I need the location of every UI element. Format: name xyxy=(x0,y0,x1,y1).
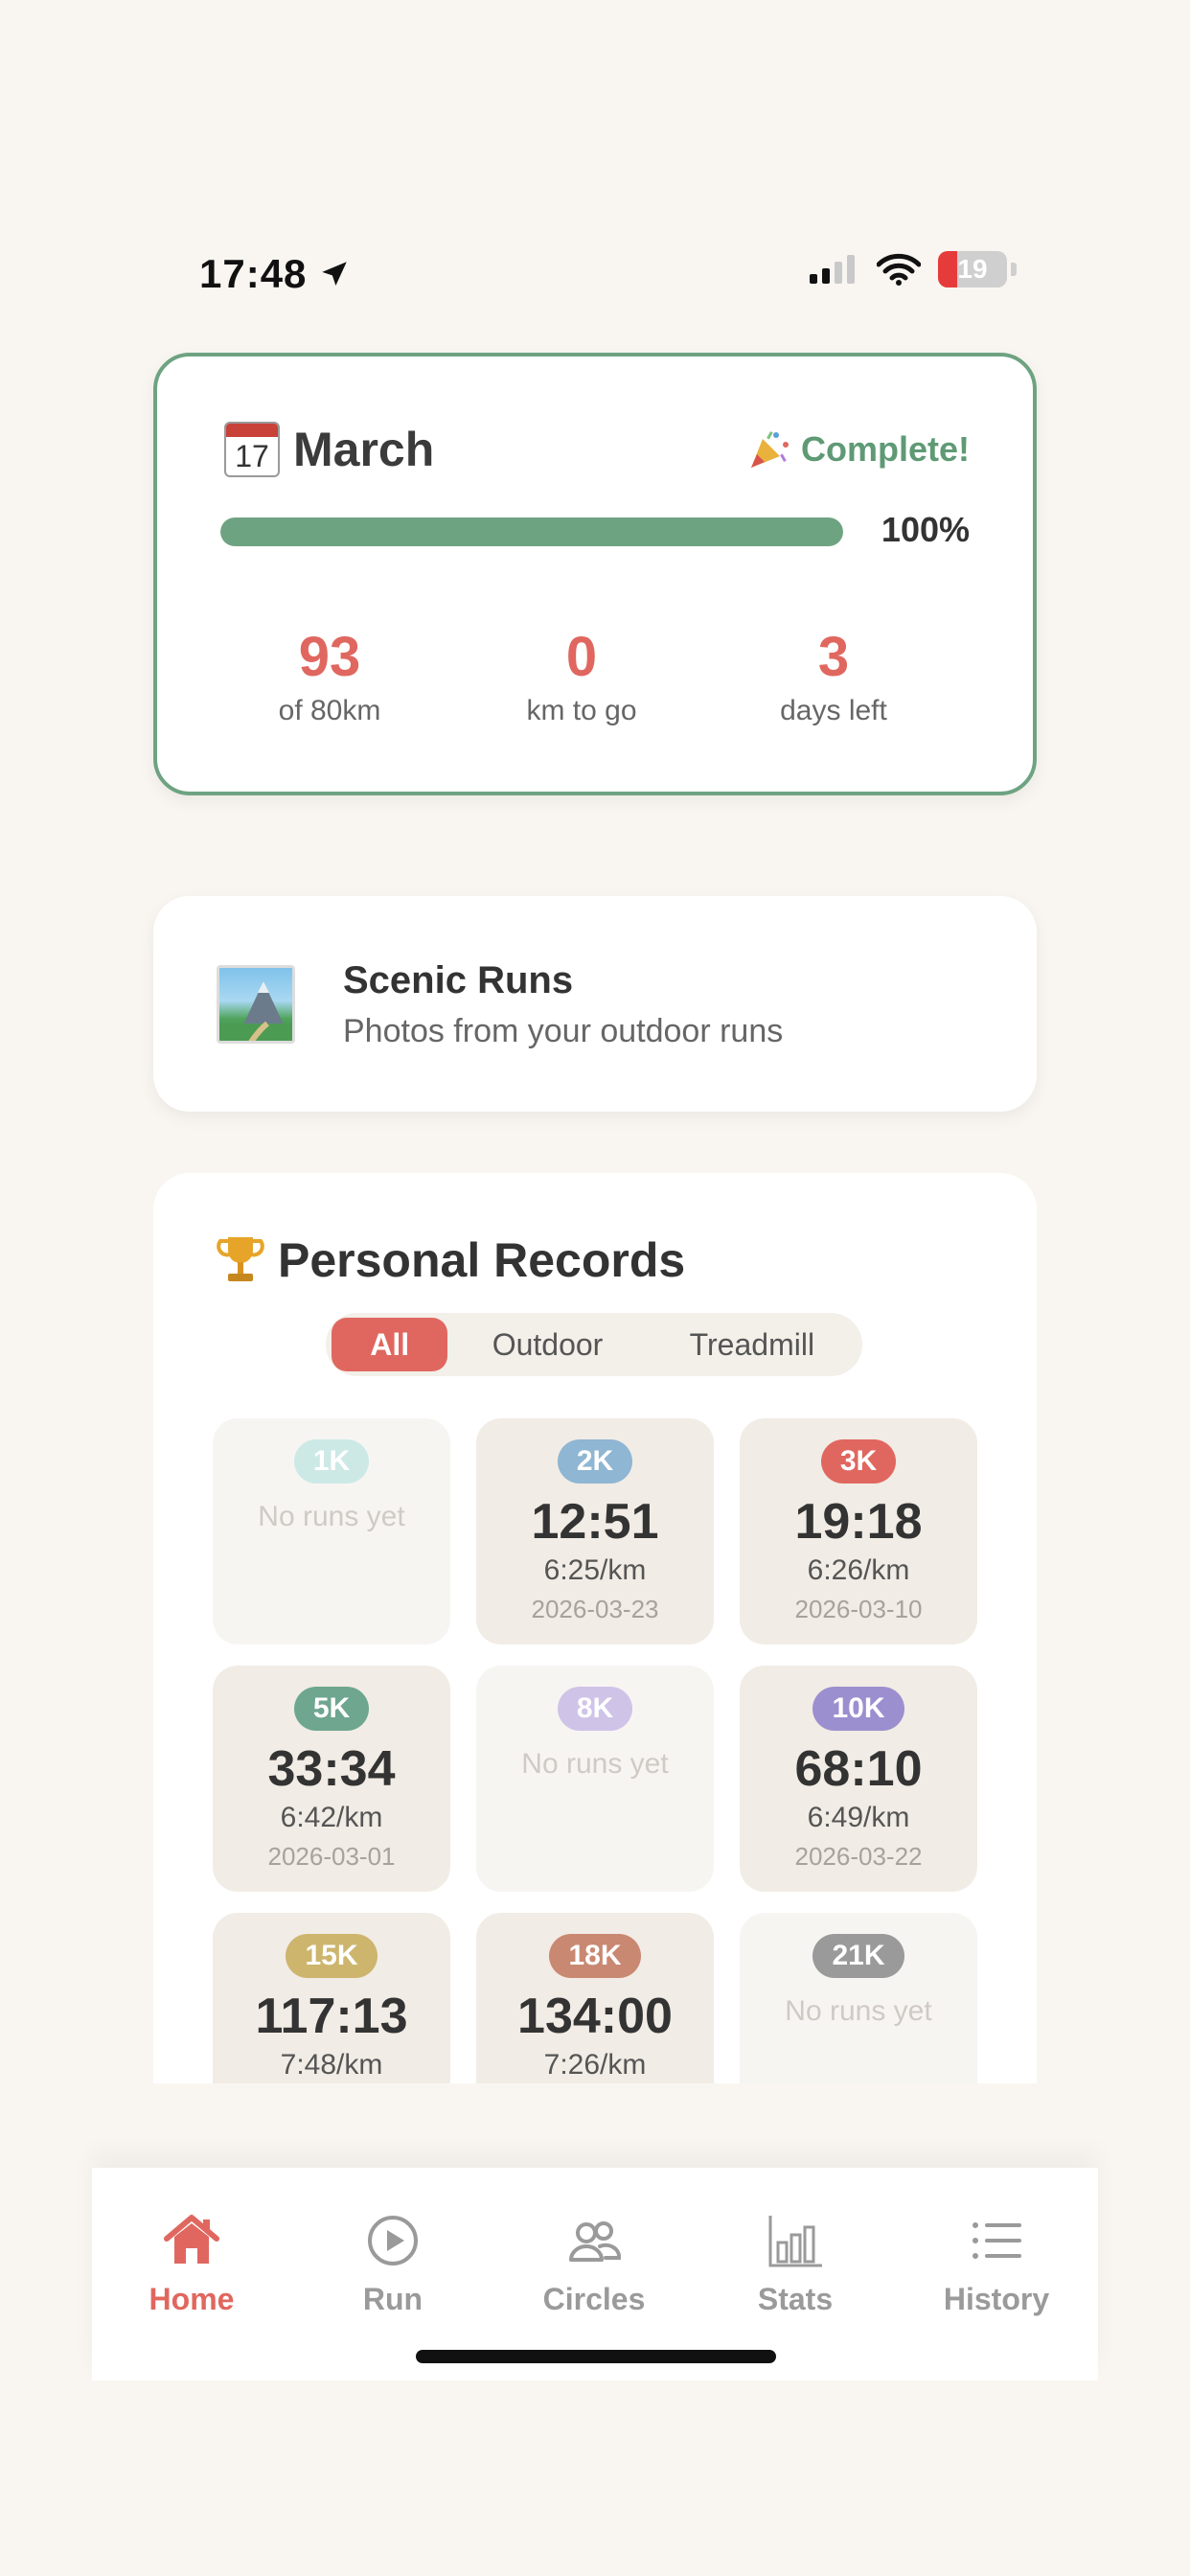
record-pace: 7:26/km xyxy=(543,2049,647,2081)
month-title: March xyxy=(293,423,435,476)
record-date: 2026-03-23 xyxy=(531,1595,659,1623)
filter-all[interactable]: All xyxy=(332,1318,448,1371)
record-time: 12:51 xyxy=(531,1494,659,1550)
scenic-runs-title: Scenic Runs xyxy=(343,959,574,1001)
status-icons: 19 xyxy=(810,251,1017,288)
battery-indicator: 19 xyxy=(938,251,1007,288)
record-tile-10k[interactable]: 10K 68:10 6:49/km 2026-03-22 xyxy=(740,1666,977,1892)
tab-history[interactable]: History xyxy=(901,2210,1092,2317)
play-circle-icon xyxy=(368,2216,418,2266)
distance-badge: 10K xyxy=(812,1687,904,1731)
filter-treadmill[interactable]: Treadmill xyxy=(648,1318,857,1371)
record-pace: 6:49/km xyxy=(807,1802,910,1833)
record-tile-1k[interactable]: 1K No runs yet xyxy=(213,1418,450,1644)
record-tile-2k[interactable]: 2K 12:51 6:25/km 2026-03-23 xyxy=(476,1418,714,1644)
cellular-signal-icon xyxy=(810,255,855,284)
record-date: 2026-03-22 xyxy=(794,1842,923,1871)
tab-label: Circles xyxy=(542,2282,646,2316)
records-header: Personal Records xyxy=(217,1232,685,1288)
house-icon xyxy=(164,2215,219,2264)
stat-days-left: 3 days left xyxy=(709,625,958,727)
battery-level: 19 xyxy=(957,254,988,284)
record-pace: 7:48/km xyxy=(280,2049,383,2081)
status-time: 17:48 xyxy=(199,251,351,297)
stat-label: of 80km xyxy=(278,695,381,726)
stat-label: km to go xyxy=(526,695,637,726)
personal-records-card: Personal Records All Outdoor Treadmill 1… xyxy=(153,1173,1037,2083)
filter-outdoor[interactable]: Outdoor xyxy=(447,1318,647,1371)
goal-progress-fill xyxy=(220,518,843,546)
bar-chart-icon xyxy=(768,2216,822,2267)
record-pace: 6:42/km xyxy=(280,1802,383,1833)
list-icon xyxy=(973,2222,1021,2259)
distance-badge: 15K xyxy=(286,1934,378,1978)
tab-run[interactable]: Run xyxy=(297,2210,489,2317)
stat-label: days left xyxy=(780,695,887,726)
tab-home[interactable]: Home xyxy=(96,2210,287,2317)
record-date: 2026-03-01 xyxy=(267,1842,396,1871)
no-runs-text: No runs yet xyxy=(785,1995,932,2027)
distance-badge: 2K xyxy=(557,1439,633,1484)
record-tile-21k[interactable]: 21K No runs yet xyxy=(740,1913,977,2083)
no-runs-text: No runs yet xyxy=(521,1748,669,1780)
distance-badge: 3K xyxy=(820,1439,897,1484)
records-filter: All Outdoor Treadmill xyxy=(326,1313,862,1376)
status-time-text: 17:48 xyxy=(199,251,308,296)
record-pace: 6:26/km xyxy=(807,1554,910,1586)
status-text: Complete! xyxy=(800,429,970,469)
wifi-icon xyxy=(877,253,921,286)
record-time: 19:18 xyxy=(794,1494,923,1550)
distance-badge: 5K xyxy=(293,1687,370,1731)
no-runs-text: No runs yet xyxy=(258,1501,405,1532)
landscape-photo-icon xyxy=(217,965,295,1044)
distance-badge: 1K xyxy=(293,1439,370,1484)
distance-badge: 18K xyxy=(549,1934,641,1978)
monthly-goal-card[interactable]: 17 March Complete! 100% 93 of 80km 0 km … xyxy=(153,353,1037,795)
record-date: 2026-03-10 xyxy=(794,1595,923,1623)
tab-bar: Home Run Circles Stats History xyxy=(92,2168,1098,2380)
progress-percent: 100% xyxy=(881,510,970,549)
party-popper-icon xyxy=(750,431,789,468)
record-tile-5k[interactable]: 5K 33:34 6:42/km 2026-03-01 xyxy=(213,1666,450,1892)
record-tile-3k[interactable]: 3K 19:18 6:26/km 2026-03-10 xyxy=(740,1418,977,1644)
record-tile-18k[interactable]: 18K 134:00 7:26/km xyxy=(476,1913,714,2083)
record-tile-8k[interactable]: 8K No runs yet xyxy=(476,1666,714,1892)
record-pace: 6:25/km xyxy=(543,1554,647,1586)
record-time: 68:10 xyxy=(794,1741,923,1797)
record-time: 117:13 xyxy=(255,1989,408,2044)
goal-progress-bar xyxy=(220,518,843,546)
people-icon xyxy=(569,2221,622,2262)
stat-value: 93 xyxy=(298,626,361,688)
goal-status: Complete! xyxy=(747,427,970,472)
home-indicator[interactable] xyxy=(416,2350,776,2363)
tab-label: Home xyxy=(149,2282,235,2316)
record-time: 134:00 xyxy=(517,1989,673,2044)
scenic-runs-subtitle: Photos from your outdoor runs xyxy=(343,1013,784,1049)
tab-label: History xyxy=(943,2282,1050,2316)
tab-label: Stats xyxy=(757,2282,834,2316)
scenic-runs-card[interactable]: Scenic Runs Photos from your outdoor run… xyxy=(153,896,1037,1112)
distance-badge: 8K xyxy=(557,1687,633,1731)
record-time: 33:34 xyxy=(267,1741,396,1797)
tab-stats[interactable]: Stats xyxy=(699,2210,891,2317)
distance-badge: 21K xyxy=(812,1934,904,1978)
month-header: 17 March xyxy=(224,422,434,477)
stat-remaining: 0 km to go xyxy=(457,625,706,727)
record-tile-15k[interactable]: 15K 117:13 7:48/km xyxy=(213,1913,450,2083)
calendar-icon: 17 xyxy=(224,422,280,477)
location-arrow-icon xyxy=(322,262,348,287)
tab-label: Run xyxy=(362,2282,423,2316)
trophy-icon xyxy=(217,1237,264,1281)
stat-distance: 93 of 80km xyxy=(205,625,454,727)
tab-circles[interactable]: Circles xyxy=(498,2210,690,2317)
records-title: Personal Records xyxy=(278,1233,686,1287)
stat-value: 3 xyxy=(817,626,850,688)
stat-value: 0 xyxy=(565,626,598,688)
